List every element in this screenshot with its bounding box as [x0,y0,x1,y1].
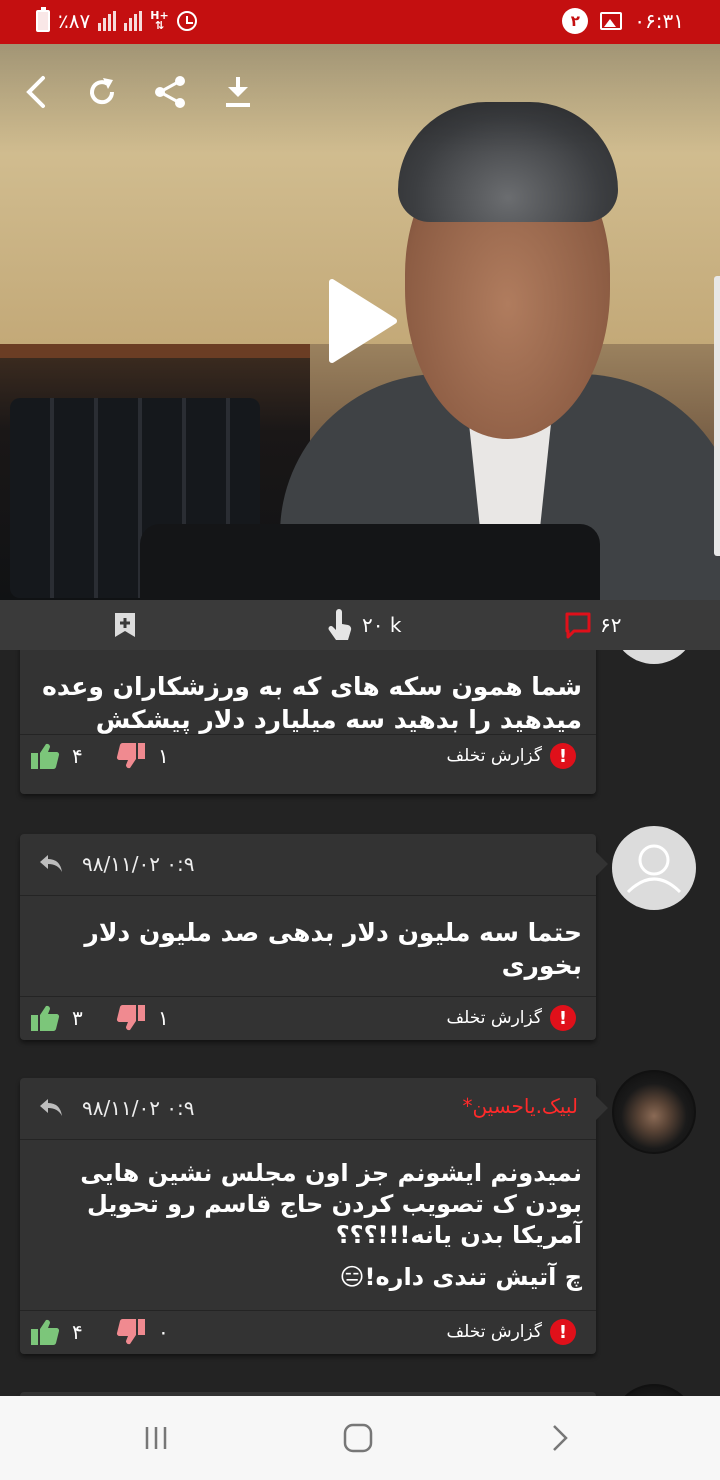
like-count: ۳ [72,1006,83,1030]
comment-footer: ۳ ۱ ! گزارش تخلف [20,996,596,1040]
status-time: ۰۶:۳۱ [634,9,684,33]
warning-icon: ! [550,1005,576,1031]
comment-card: شما همون سکه های که به ورزشکاران وعده می… [20,650,596,794]
comment-date: ۹۸/۱۱/۰۲ ۰:۹ [82,852,195,876]
comment-footer: ۴ ۱ ! گزارش تخلف [20,734,596,778]
status-bar: ٪۸۷ H+ ⇅ ۲ ۰۶:۳۱ [0,0,720,44]
reply-icon[interactable] [38,1096,64,1120]
like-button[interactable]: ۴ [30,742,83,770]
comment-card: ۹۸/۱۱/۰۲ ۰:۹ لبیک.یاحسین* نمیدونم ایشونم… [20,1078,608,1354]
thumbs-down-icon [116,742,145,769]
recent-apps-icon [145,1427,167,1449]
play-button[interactable] [322,276,402,366]
chevron-right-icon [553,1425,568,1451]
home-icon [343,1423,373,1453]
thumbs-up-icon [31,1005,60,1032]
dislike-button[interactable]: ۱ [116,742,169,770]
alarm-icon [176,11,197,31]
views-count: ۲۰ k [362,613,402,637]
video-player[interactable] [0,44,720,600]
network-type: H+ ⇅ [150,9,169,32]
card-pointer [596,852,608,876]
status-right: ۲ ۰۶:۳۱ [562,6,684,36]
dislike-count: ۱ [158,744,169,768]
report-label: گزارش تخلف [446,746,543,766]
gallery-icon [600,12,623,30]
comment-body: نمیدونم ایشونم جز اون مجلس نشین هایی بود… [80,1159,582,1249]
system-navigation-bar [0,1396,720,1480]
like-button[interactable]: ۴ [30,1318,83,1346]
report-button[interactable]: ! گزارش تخلف [446,1319,576,1345]
comments-feed[interactable]: شما همون سکه های که به ورزشکاران وعده می… [0,650,720,1396]
thumbs-down-icon [116,1318,145,1345]
like-button[interactable]: ۳ [30,1004,83,1032]
scroll-handle[interactable] [714,276,720,556]
comment-body: شما همون سکه های که به ورزشکاران وعده می… [42,672,582,734]
play-icon [329,279,397,363]
download-icon [226,77,250,107]
bookmark-button[interactable] [112,600,138,650]
default-user-icon [626,844,682,894]
back-button[interactable] [14,70,58,114]
back-nav-button[interactable] [540,1418,580,1458]
thumbs-up-icon [31,743,60,770]
video-frame-desk [140,524,600,600]
comment-body: حتما سه ملیون دلار بدهی صد ملیون دلار بخ… [84,918,582,980]
home-button[interactable] [338,1418,378,1458]
dislike-button[interactable]: ۰ [116,1318,169,1346]
report-button[interactable]: ! گزارش تخلف [446,743,576,769]
battery-percent: ٪۸۷ [58,9,91,33]
stats-bar: ۲۰ k ۶۲ [0,600,720,650]
refresh-icon [90,78,115,105]
card-pointer [596,1096,608,1120]
comment-footer: ۴ ۰ ! گزارش تخلف [20,1310,596,1354]
recent-apps-button[interactable] [136,1418,176,1458]
dislike-count: ۱ [158,1006,169,1030]
report-label: گزارش تخلف [446,1322,543,1342]
signal-icon [98,11,117,31]
touch-icon [328,609,352,640]
comments-count: ۶۲ [600,613,622,637]
comment-header: ۹۸/۱۱/۰۲ ۰:۹ [20,834,596,896]
comment-header: ۹۸/۱۱/۰۲ ۰:۹ لبیک.یاحسین* [20,1078,596,1140]
views-counter: ۲۰ k [326,600,401,650]
thumbs-down-icon [116,1004,145,1031]
share-icon [155,76,185,108]
network-type-label: H+ [150,9,169,22]
avatar[interactable] [612,1070,696,1154]
report-button[interactable]: ! گزارش تخلف [446,1005,576,1031]
dislike-count: ۰ [158,1320,169,1344]
report-label: گزارش تخلف [446,1008,543,1028]
signal-icon-2 [124,11,143,31]
comments-button[interactable]: ۶۲ [564,600,621,650]
battery-icon [36,7,50,32]
notification-count-badge: ۲ [562,8,589,34]
screen: { "status_bar": { "battery": "٪۸۷", "net… [0,0,720,1480]
avatar[interactable] [612,826,696,910]
comment-author[interactable]: لبیک.یاحسین* [462,1094,578,1118]
share-button[interactable] [148,70,192,114]
avatar[interactable] [612,1384,696,1396]
status-left: ٪۸۷ H+ ⇅ [36,6,197,36]
comment-date: ۹۸/۱۱/۰۲ ۰:۹ [82,1096,195,1120]
like-count: ۴ [72,744,83,768]
comment-icon [565,612,591,639]
back-icon [26,76,45,108]
comment-card: ۹۸/۱۱/۰۲ ۰:۹ حتما سه ملیون دلار بدهی صد … [20,834,608,1040]
reply-icon[interactable] [38,852,64,876]
dislike-button[interactable]: ۱ [116,1004,169,1032]
warning-icon: ! [550,1319,576,1345]
download-button[interactable] [216,70,260,114]
avatar[interactable] [612,650,696,664]
bookmark-add-icon [115,613,135,637]
like-count: ۴ [72,1320,83,1344]
thumbs-up-icon [31,1319,60,1346]
refresh-button[interactable] [80,70,124,114]
warning-icon: ! [550,743,576,769]
comment-body-line2: چ آتیش تندی داره!😑 [339,1263,582,1291]
